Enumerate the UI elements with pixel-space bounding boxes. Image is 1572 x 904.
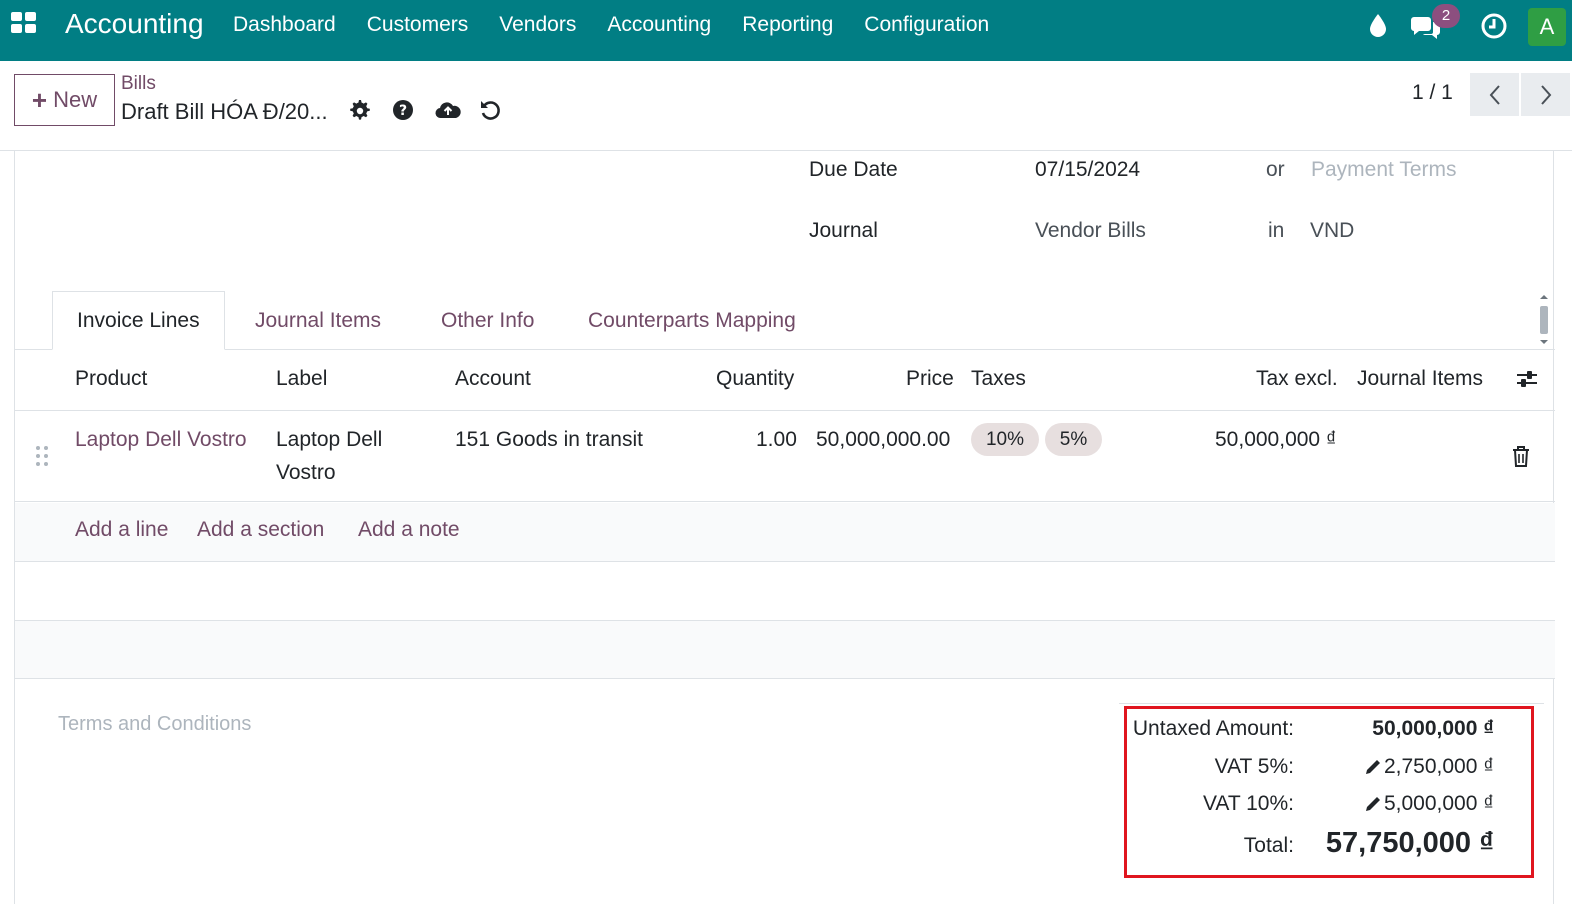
total-label: Total: bbox=[1243, 834, 1294, 857]
new-button[interactable]: + New bbox=[14, 74, 115, 126]
column-taxes[interactable]: Taxes bbox=[971, 367, 1026, 391]
cloud-upload-icon[interactable] bbox=[434, 98, 462, 122]
cell-quantity[interactable]: 1.00 bbox=[756, 423, 797, 456]
user-avatar[interactable]: A bbox=[1528, 8, 1566, 46]
new-button-label: New bbox=[53, 87, 98, 112]
vat10-label: VAT 10%: bbox=[1202, 792, 1294, 815]
form-sheet: Due Date 07/15/2024 or Payment Terms Jou… bbox=[14, 151, 1555, 904]
menu-customers[interactable]: Customers bbox=[367, 13, 469, 37]
tax-totals-highlight: Untaxed Amount: 50,000,000 ₫ VAT 5%: 2,7… bbox=[1124, 706, 1534, 878]
journal-label: Journal bbox=[809, 219, 878, 242]
pencil-icon[interactable] bbox=[1363, 794, 1383, 814]
cell-label-line1[interactable]: Laptop Dell bbox=[276, 423, 382, 456]
vat10-value: 5,000,000 ₫ bbox=[1383, 792, 1494, 815]
plus-icon: + bbox=[31, 85, 48, 115]
column-tax-excl[interactable]: Tax excl. bbox=[1256, 367, 1338, 391]
empty-row bbox=[15, 621, 1555, 678]
terms-and-conditions-field[interactable]: Terms and Conditions bbox=[58, 713, 251, 736]
cell-tax-excl: 50,000,000 ₫ bbox=[1215, 428, 1337, 451]
payment-terms-field[interactable]: Payment Terms bbox=[1311, 158, 1457, 182]
untaxed-amount-value: 50,000,000 ₫ bbox=[1372, 717, 1494, 740]
breadcrumb-current-record: Draft Bill HÓA Đ/20... bbox=[121, 99, 328, 124]
cell-price[interactable]: 50,000,000.00 bbox=[816, 423, 950, 456]
breadcrumb-bills[interactable]: Bills bbox=[121, 73, 156, 95]
column-account[interactable]: Account bbox=[455, 367, 531, 391]
total-value: 57,750,000 ₫ bbox=[1325, 827, 1494, 859]
vat5-label: VAT 5%: bbox=[1214, 755, 1294, 778]
vat5-value: 2,750,000 ₫ bbox=[1383, 755, 1494, 778]
tab-other-info[interactable]: Other Info bbox=[417, 291, 558, 350]
header-divider bbox=[15, 410, 1555, 411]
pencil-icon[interactable] bbox=[1363, 757, 1383, 777]
tax-tag-10[interactable]: 10% bbox=[971, 423, 1039, 456]
tab-counterparts-mapping[interactable]: Counterparts Mapping bbox=[564, 291, 820, 350]
cell-account[interactable]: 151 Goods in transit bbox=[455, 423, 643, 456]
message-count-badge: 2 bbox=[1432, 4, 1460, 28]
in-label: in bbox=[1268, 219, 1285, 242]
top-navbar: Accounting Dashboard Customers Vendors A… bbox=[0, 0, 1572, 61]
or-label: or bbox=[1266, 158, 1285, 181]
column-price[interactable]: Price bbox=[906, 367, 954, 391]
undo-icon[interactable] bbox=[478, 98, 502, 122]
menu-accounting[interactable]: Accounting bbox=[607, 13, 711, 37]
cell-product[interactable]: Laptop Dell Vostro bbox=[75, 423, 247, 456]
currency-field[interactable]: VND bbox=[1310, 219, 1354, 243]
untaxed-amount-label: Untaxed Amount: bbox=[1132, 717, 1294, 740]
drag-handle-icon[interactable] bbox=[35, 445, 49, 467]
due-date-label: Due Date bbox=[809, 158, 898, 181]
chevron-left-icon bbox=[1489, 84, 1500, 105]
app-title[interactable]: Accounting bbox=[65, 8, 204, 40]
tab-journal-items[interactable]: Journal Items bbox=[231, 291, 405, 350]
tax-tag-5[interactable]: 5% bbox=[1045, 423, 1102, 456]
tabs-scrollbar[interactable] bbox=[1537, 292, 1551, 347]
row-divider bbox=[15, 501, 1555, 502]
column-journal-items[interactable]: Journal Items bbox=[1357, 367, 1483, 391]
gear-icon[interactable] bbox=[347, 98, 371, 122]
activity-clock-icon[interactable] bbox=[1480, 12, 1508, 40]
column-label[interactable]: Label bbox=[276, 367, 327, 391]
add-section-link[interactable]: Add a section bbox=[197, 518, 324, 542]
column-product[interactable]: Product bbox=[75, 367, 147, 391]
due-date-field[interactable]: 07/15/2024 bbox=[1035, 158, 1140, 182]
control-panel: + New Bills Draft Bill HÓA Đ/20... ? 1 /… bbox=[0, 61, 1572, 151]
add-note-link[interactable]: Add a note bbox=[358, 518, 460, 542]
menu-vendors[interactable]: Vendors bbox=[499, 13, 576, 37]
optional-columns-icon[interactable] bbox=[1515, 367, 1539, 391]
menu-configuration[interactable]: Configuration bbox=[864, 13, 989, 37]
totals-divider bbox=[1119, 703, 1544, 704]
chevron-right-icon bbox=[1540, 84, 1551, 105]
water-drop-icon[interactable] bbox=[1368, 13, 1388, 37]
svg-text:?: ? bbox=[399, 103, 407, 119]
cell-label-line2[interactable]: Vostro bbox=[276, 456, 336, 489]
pager-value[interactable]: 1 / 1 bbox=[1412, 81, 1453, 105]
help-icon[interactable]: ? bbox=[391, 98, 415, 122]
pager-next-button[interactable] bbox=[1521, 73, 1570, 116]
row-divider bbox=[15, 678, 1555, 679]
main-menu: Dashboard Customers Vendors Accounting R… bbox=[233, 13, 1020, 37]
journal-field[interactable]: Vendor Bills bbox=[1035, 219, 1146, 243]
add-line-link[interactable]: Add a line bbox=[75, 518, 168, 542]
column-quantity[interactable]: Quantity bbox=[716, 367, 794, 391]
tab-invoice-lines[interactable]: Invoice Lines bbox=[52, 291, 225, 350]
trash-icon[interactable] bbox=[1511, 445, 1531, 467]
menu-dashboard[interactable]: Dashboard bbox=[233, 13, 336, 37]
apps-grid-icon[interactable] bbox=[11, 12, 39, 36]
pager-previous-button[interactable] bbox=[1470, 73, 1519, 116]
menu-reporting[interactable]: Reporting bbox=[742, 13, 833, 37]
empty-row bbox=[15, 562, 1555, 620]
